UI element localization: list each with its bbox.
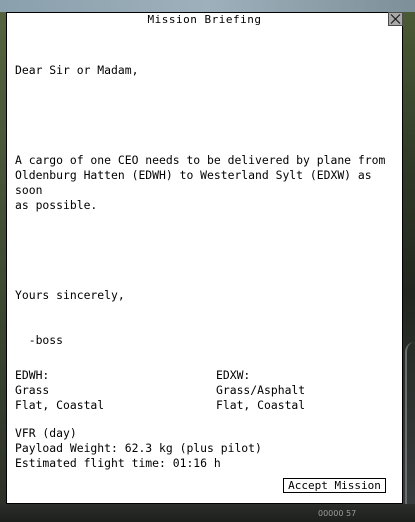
arrival-surface: Grass/Asphalt bbox=[216, 383, 306, 397]
flight-rules: VFR (day) bbox=[15, 426, 77, 440]
estimated-flight-time: Estimated flight time: 01:16 h bbox=[15, 456, 221, 470]
briefing-letter: Dear Sir or Madam, A cargo of one CEO ne… bbox=[15, 33, 395, 378]
letter-signature: -boss bbox=[15, 333, 64, 347]
sky-background bbox=[0, 0, 415, 12]
departure-terrain: Flat, Coastal bbox=[15, 398, 105, 412]
dialog-titlebar[interactable]: Mission Briefing bbox=[7, 12, 403, 27]
accept-mission-button[interactable]: Accept Mission bbox=[283, 478, 386, 493]
arrival-code: EDXW: bbox=[216, 368, 251, 382]
game-viewport: 00000 57 Mission Briefing Dear Sir or Ma… bbox=[0, 0, 415, 522]
departure-airport: EDWH: Grass Flat, Coastal bbox=[15, 368, 205, 413]
letter-closing: Yours sincerely, bbox=[15, 288, 125, 302]
flight-info: VFR (day) Payload Weight: 62.3 kg (plus … bbox=[15, 426, 395, 471]
departure-surface: Grass bbox=[15, 383, 50, 397]
cockpit-background-right bbox=[403, 12, 415, 522]
arrival-airport: EDXW: Grass/Asphalt Flat, Coastal bbox=[216, 368, 406, 413]
letter-body: A cargo of one CEO needs to be delivered… bbox=[15, 153, 386, 212]
dialog-title: Mission Briefing bbox=[147, 13, 262, 26]
mission-briefing-dialog: Mission Briefing Dear Sir or Madam, A ca… bbox=[6, 12, 403, 504]
instrument-readout: 00000 57 bbox=[318, 509, 357, 518]
letter-greeting: Dear Sir or Madam, bbox=[15, 63, 139, 77]
departure-code: EDWH: bbox=[15, 368, 50, 382]
payload-weight: Payload Weight: 62.3 kg (plus pilot) bbox=[15, 441, 262, 455]
close-button[interactable] bbox=[388, 12, 403, 26]
close-x-icon bbox=[390, 14, 401, 24]
arrival-terrain: Flat, Coastal bbox=[216, 398, 306, 412]
